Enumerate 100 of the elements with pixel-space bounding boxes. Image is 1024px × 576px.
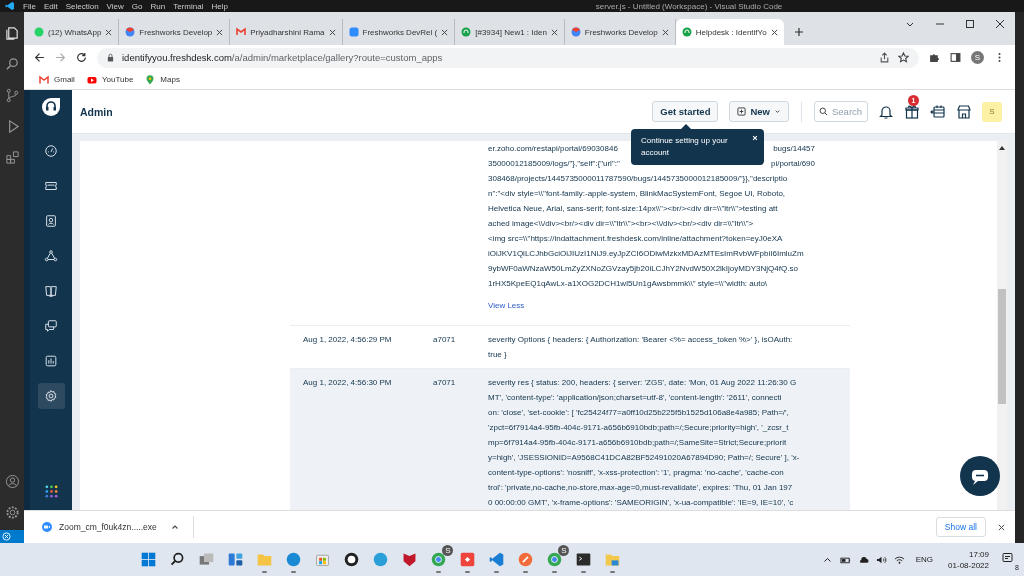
favicon-icon bbox=[125, 27, 136, 37]
log-id: a7071 bbox=[433, 334, 457, 346]
app-icon bbox=[546, 551, 564, 568]
menu-item[interactable]: View bbox=[106, 1, 124, 11]
menu-item[interactable]: Help bbox=[211, 1, 228, 11]
menu-item[interactable]: Terminal bbox=[173, 1, 204, 11]
caret-icon[interactable] bbox=[170, 523, 179, 531]
app-icon bbox=[604, 551, 622, 568]
app-icon bbox=[575, 551, 593, 568]
close-icon[interactable] bbox=[550, 28, 558, 36]
app-icon bbox=[372, 551, 390, 568]
close-icon[interactable] bbox=[328, 28, 336, 36]
favicon-icon bbox=[34, 27, 44, 37]
show-all-button[interactable]: Show all bbox=[935, 517, 986, 537]
close-icon[interactable] bbox=[995, 19, 1005, 29]
mail-icon bbox=[39, 74, 49, 85]
profile-avatar[interactable]: S bbox=[971, 51, 984, 64]
app-icon bbox=[430, 551, 448, 568]
apps-grid-icon[interactable] bbox=[44, 485, 58, 498]
download-item[interactable]: Zoom_cm_f0uk4zn.....exe bbox=[42, 522, 157, 532]
scrollbar[interactable] bbox=[997, 141, 1007, 510]
page-title: Admin bbox=[80, 105, 113, 118]
bell-icon[interactable] bbox=[878, 103, 894, 120]
headset-logo-icon[interactable] bbox=[41, 97, 61, 117]
close-icon[interactable] bbox=[998, 523, 1005, 531]
menu-item[interactable]: Selection bbox=[65, 1, 99, 11]
close-icon[interactable] bbox=[105, 28, 113, 36]
log-message: severity res { status: 200, headers: { server: 'ZGS', date: 'Mon, 01 Aug 2022 11:26:30 G MT', 'content-type': 'application/json;charset=utf-8', 'content-length': '2611', connecti on: 'close', 'set-cookie': [ 'fc25424f77=a0ff10d25b225f5b1525d106a8e4a985; Path=/', 'zpct=6f7914a4-95fb-404c-9171-a656b6910bdb;path=/;Secure;priority=high', '_zcsr_t mp=6f7914a4-95fb-404c-9171-a656b6910bdb;path=/;SameSite=Strict;Secure;priorit y=high', 'JSESSIONID=A9568C41DCA82BF52491020A67894D90; Path=/; Secure' ], 'x- content-type-options': 'nosniff', 'x-xss-protection': '1', pragma: 'no-cache', 'cache-con trol': 'private,no-cache,no-store,max-age=0,must-revalidate', expires: 'Thu, 01 Jan 197 0 00:00:00 GMT', 'x-frame-options': 'SAMEORIGIN', 'x-ua-compatible': 'IE=9, IE=10', 'c bbox=[488, 377, 801, 509]
address-bar[interactable]: identifyyou.freshdesk.com/a/admin/marketplace/gallery?route=custom_apps bbox=[97, 47, 919, 68]
search-field[interactable]: Search bbox=[814, 101, 868, 122]
error-icon[interactable] bbox=[2, 532, 11, 541]
taskbar-app[interactable]: S bbox=[542, 546, 568, 573]
app-icon bbox=[459, 551, 477, 568]
side-panel-icon[interactable] bbox=[950, 52, 961, 63]
clock[interactable]: 17:09 01-08-2022 bbox=[948, 548, 989, 571]
lock-icon bbox=[107, 53, 114, 62]
calendar-icon[interactable] bbox=[930, 103, 946, 120]
gift-icon[interactable] bbox=[904, 103, 920, 120]
app-icon bbox=[517, 551, 535, 568]
taskbar-app[interactable]: S bbox=[426, 546, 452, 573]
wifi-icon[interactable] bbox=[893, 554, 905, 565]
menu-item[interactable]: Run bbox=[150, 1, 166, 11]
log-row[interactable] bbox=[290, 368, 850, 510]
new-button[interactable]: New bbox=[729, 101, 789, 122]
browser-tab[interactable]: Helpdesk : IdentifYo bbox=[675, 19, 784, 45]
bookmark[interactable]: YouTube bbox=[86, 74, 134, 85]
favicon-icon bbox=[461, 27, 472, 37]
speaker-icon[interactable] bbox=[875, 554, 887, 565]
menu-item[interactable]: File bbox=[23, 1, 36, 11]
close-icon[interactable] bbox=[216, 28, 224, 36]
running-indicator bbox=[291, 571, 297, 573]
close-icon[interactable] bbox=[441, 28, 449, 36]
maximize-icon[interactable] bbox=[965, 19, 975, 29]
scroll-up-icon[interactable] bbox=[998, 144, 1006, 152]
favicon-icon bbox=[236, 27, 247, 37]
close-icon[interactable] bbox=[770, 28, 778, 36]
favicon-icon bbox=[348, 27, 359, 37]
log-time: Aug 1, 2022, 4:56:30 PM bbox=[303, 377, 393, 389]
window-title: server.js - Untitled (Workspace) - Visual Studio Code bbox=[595, 1, 783, 11]
user-avatar[interactable]: S bbox=[982, 101, 1002, 122]
store-icon[interactable] bbox=[956, 103, 972, 120]
scrollbar-thumb[interactable] bbox=[998, 289, 1006, 404]
account-icon[interactable] bbox=[4, 474, 20, 489]
menu-item[interactable]: Go bbox=[131, 1, 143, 11]
chat-bubble-button[interactable] bbox=[960, 456, 1000, 496]
get-started-button[interactable]: Get started bbox=[652, 101, 719, 122]
nav-item[interactable] bbox=[37, 383, 65, 409]
back-icon[interactable] bbox=[34, 52, 45, 63]
puzzle-icon[interactable] bbox=[929, 52, 940, 63]
language-indicator[interactable]: ENG bbox=[915, 555, 934, 564]
close-icon[interactable] bbox=[661, 28, 669, 36]
files-icon[interactable] bbox=[4, 26, 20, 41]
running-indicator bbox=[262, 571, 268, 573]
extensions-icon[interactable] bbox=[4, 150, 20, 165]
branch-icon[interactable] bbox=[4, 88, 20, 103]
reload-icon[interactable] bbox=[76, 52, 87, 63]
caret-icon bbox=[774, 108, 781, 115]
book-icon bbox=[44, 284, 58, 298]
app-icon bbox=[140, 551, 158, 568]
share-icon[interactable] bbox=[879, 52, 890, 63]
search-icon[interactable] bbox=[4, 57, 20, 72]
running-indicator bbox=[494, 571, 500, 573]
favicon-icon bbox=[681, 27, 692, 37]
log-time: Aug 1, 2022, 4:56:29 PM bbox=[303, 334, 393, 346]
bookmark[interactable]: Maps bbox=[145, 74, 180, 85]
gear-icon bbox=[44, 389, 58, 403]
settings-icon[interactable] bbox=[4, 505, 20, 520]
menu-item[interactable]: Edit bbox=[43, 1, 58, 11]
notification-icon bbox=[1002, 551, 1014, 564]
running-indicator bbox=[581, 571, 587, 573]
star-icon[interactable] bbox=[898, 52, 909, 63]
view-less-link[interactable]: View Less bbox=[488, 299, 525, 313]
gauge-icon bbox=[44, 144, 58, 158]
cloud-icon[interactable] bbox=[857, 554, 869, 565]
new-tab-icon[interactable] bbox=[793, 27, 804, 37]
map-icon bbox=[145, 74, 156, 85]
network-icon bbox=[44, 249, 58, 263]
bookmark[interactable]: Gmail bbox=[39, 74, 75, 85]
vscode-logo-icon bbox=[5, 1, 15, 11]
log-id: a7071 bbox=[433, 377, 457, 389]
